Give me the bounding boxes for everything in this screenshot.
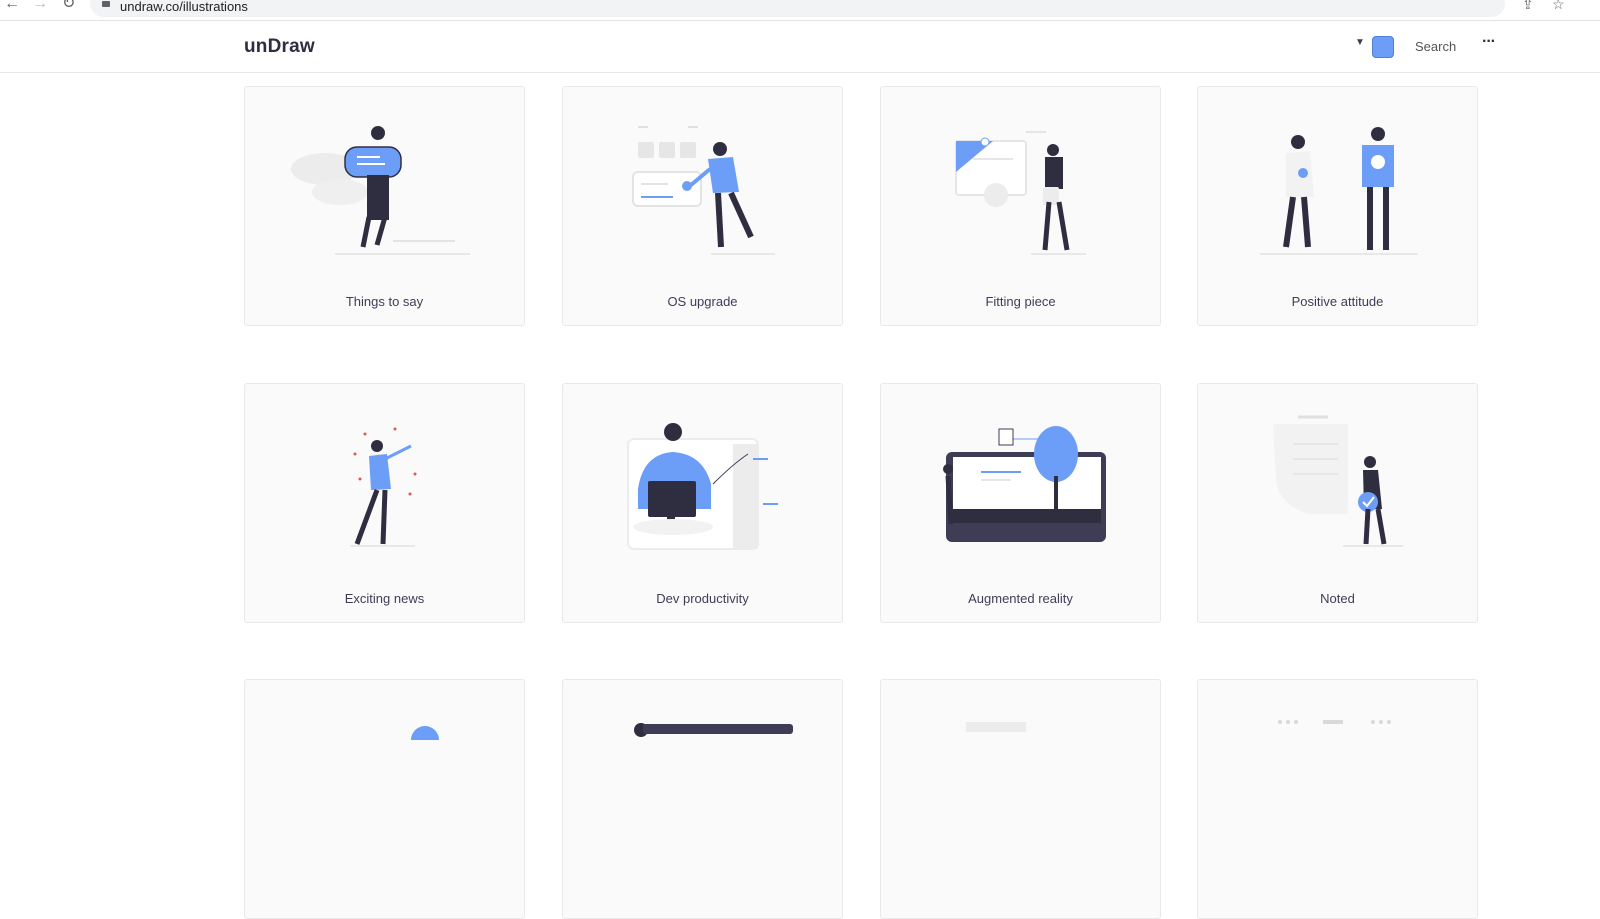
card-title: Dev productivity [656, 591, 749, 606]
reload-icon[interactable]: ↻ [62, 0, 75, 12]
illustration-card[interactable]: Augmented reality [880, 383, 1161, 623]
illustration-card[interactable]: Exciting news [244, 383, 525, 623]
illustration-card[interactable]: Fitting piece [880, 86, 1161, 326]
url-text: undraw.co/illustrations [120, 0, 248, 14]
card-title: Things to say [345, 294, 424, 309]
illustration-card[interactable] [244, 679, 525, 919]
illustration-card[interactable] [562, 679, 843, 919]
card-title: Positive attitude [1291, 294, 1384, 309]
star-icon[interactable]: ☆ [1552, 0, 1565, 13]
illustration-image [1273, 415, 1403, 547]
illustration-card[interactable]: Noted [1197, 383, 1478, 623]
illustration-card[interactable]: Things to say [244, 86, 525, 326]
address-bar[interactable]: undraw.co/illustrations [90, 0, 1505, 17]
illustration-image [411, 726, 439, 740]
search-button[interactable]: Search [1415, 39, 1456, 54]
card-title: Exciting news [344, 591, 425, 606]
card-title: Fitting piece [985, 294, 1056, 309]
illustration-image [1260, 127, 1418, 255]
arrow-right-icon[interactable]: → [32, 0, 48, 12]
illustration-card[interactable] [1197, 679, 1478, 919]
share-icon[interactable]: ⇪ [1522, 0, 1534, 13]
illustration-card[interactable] [880, 679, 1161, 919]
illustration-image [632, 126, 775, 255]
logo[interactable]: unDraw [244, 36, 315, 58]
more-horizontal-icon[interactable]: ··· [1482, 33, 1496, 51]
lock-icon [102, 1, 110, 7]
illustration-image [634, 723, 793, 737]
illustration-image [955, 131, 1086, 255]
card-title: Noted [1320, 591, 1355, 606]
chevron-down-icon[interactable]: ▼ [1355, 37, 1365, 48]
card-title: Augmented reality [968, 591, 1073, 606]
illustration-image [350, 427, 417, 547]
arrow-left-icon[interactable]: ← [4, 0, 20, 12]
illustration-image [291, 126, 470, 255]
illustration-image [1278, 720, 1391, 724]
site-header: unDraw ▼ Search ··· [0, 21, 1600, 73]
illustration-image [966, 722, 1026, 732]
accent-color-picker[interactable] [1372, 36, 1394, 58]
illustration-card[interactable]: Dev productivity [562, 383, 843, 623]
browser-toolbar: ← → ↻ undraw.co/illustrations ⇪ ☆ [0, 0, 1600, 21]
illustration-image [627, 423, 778, 550]
card-title: OS upgrade [667, 294, 738, 309]
illustration-card[interactable]: Positive attitude [1197, 86, 1478, 326]
illustration-card[interactable]: OS upgrade [562, 86, 843, 326]
illustration-image [943, 426, 1106, 542]
